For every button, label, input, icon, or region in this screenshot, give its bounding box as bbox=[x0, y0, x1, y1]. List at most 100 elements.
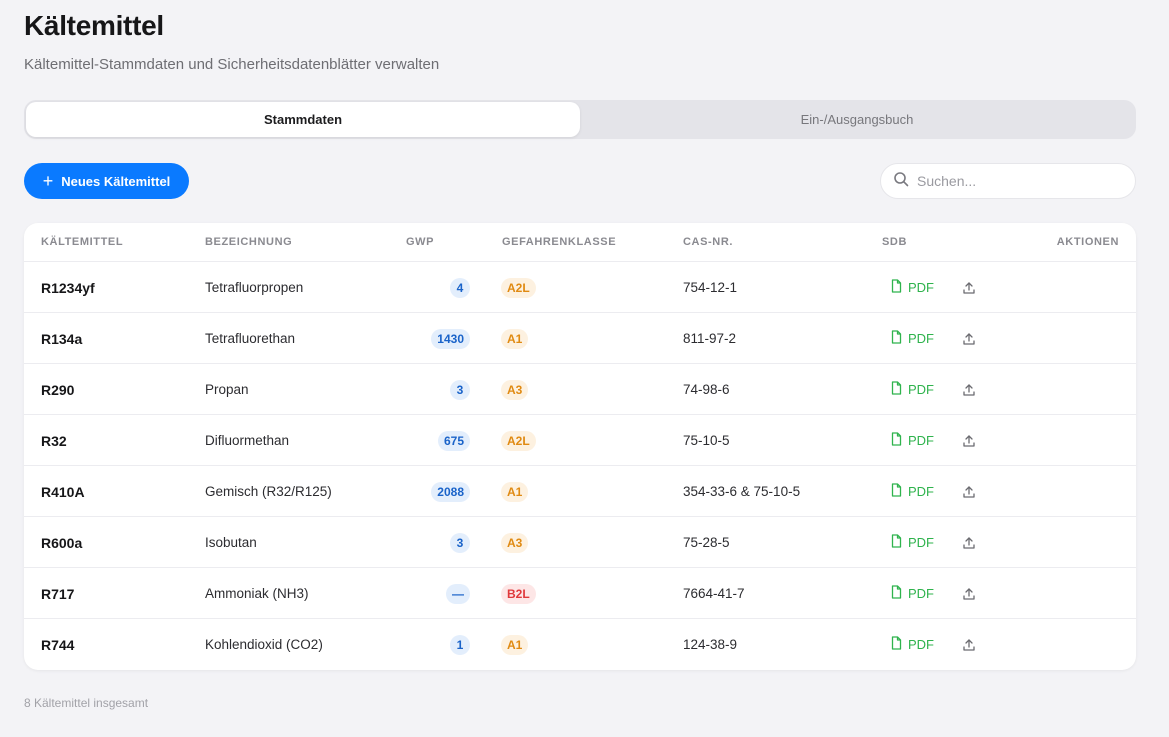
upload-icon[interactable] bbox=[962, 332, 976, 346]
upload-icon[interactable] bbox=[962, 485, 976, 499]
sdb-cell: PDF bbox=[890, 262, 976, 313]
hazard-class-cell: A3 bbox=[501, 364, 529, 415]
cas-number: 7664-41-7 bbox=[683, 586, 745, 601]
sdb-pdf-label: PDF bbox=[908, 331, 934, 346]
sdb-cell: PDF bbox=[890, 415, 976, 466]
refrigerant-code: R1234yf bbox=[41, 279, 95, 296]
hazard-class-badge: A2L bbox=[501, 430, 536, 451]
sdb-pdf-label: PDF bbox=[908, 280, 934, 295]
document-icon bbox=[890, 330, 903, 347]
hazard-class-cell: A1 bbox=[501, 619, 529, 670]
sdb-cell: PDF bbox=[890, 517, 976, 568]
gwp-badge: 1430 bbox=[431, 328, 470, 349]
document-icon bbox=[890, 636, 903, 653]
refrigerant-name: Ammoniak (NH3) bbox=[205, 586, 309, 601]
sdb-pdf-link[interactable]: PDF bbox=[890, 432, 934, 449]
sdb-cell: PDF bbox=[890, 568, 976, 619]
cas-number: 124-38-9 bbox=[683, 637, 738, 652]
cas-number: 74-98-6 bbox=[683, 382, 730, 397]
sdb-pdf-link[interactable]: PDF bbox=[890, 636, 934, 653]
document-icon bbox=[890, 432, 903, 449]
cas-number: 754-12-1 bbox=[683, 280, 738, 295]
sdb-pdf-link[interactable]: PDF bbox=[890, 381, 934, 398]
hazard-class-cell: A3 bbox=[501, 517, 529, 568]
table-body: R1234yf Tetrafluorpropen 4 A2L 754-12-1 PDF R1… bbox=[24, 262, 1136, 670]
cas-number: 75-28-5 bbox=[683, 535, 730, 550]
gwp-cell: 3 bbox=[404, 517, 470, 568]
tab-stammdaten[interactable]: Stammdaten bbox=[26, 102, 580, 137]
plus-icon: + bbox=[42, 170, 54, 191]
column-header-gwp: GWP bbox=[406, 236, 435, 248]
new-refrigerant-button[interactable]: + Neues Kältemittel bbox=[24, 163, 189, 199]
sdb-cell: PDF bbox=[890, 313, 976, 364]
table-row[interactable]: R600a Isobutan 3 A3 75-28-5 PDF bbox=[24, 517, 1136, 568]
refrigerant-name: Gemisch (R32/R125) bbox=[205, 484, 332, 499]
search-input[interactable] bbox=[917, 173, 1117, 189]
upload-icon[interactable] bbox=[962, 587, 976, 601]
hazard-class-badge: A1 bbox=[501, 481, 529, 502]
upload-icon[interactable] bbox=[962, 638, 976, 652]
refrigerant-code: R290 bbox=[41, 381, 75, 398]
hazard-class-badge: A1 bbox=[501, 634, 529, 655]
refrigerant-code: R134a bbox=[41, 330, 83, 347]
table-row[interactable]: R717 Ammoniak (NH3) — B2L 7664-41-7 PDF bbox=[24, 568, 1136, 619]
sdb-pdf-link[interactable]: PDF bbox=[890, 279, 934, 296]
gwp-badge: 1 bbox=[450, 634, 470, 655]
table-header: KÄLTEMITTEL BEZEICHNUNG GWP GEFAHRENKLAS… bbox=[24, 223, 1136, 262]
document-icon bbox=[890, 381, 903, 398]
hazard-class-cell: B2L bbox=[501, 568, 536, 619]
sdb-pdf-label: PDF bbox=[908, 484, 934, 499]
page-subtitle: Kältemittel-Stammdaten und Sicherheitsda… bbox=[24, 56, 440, 73]
document-icon bbox=[890, 483, 903, 500]
upload-icon[interactable] bbox=[962, 281, 976, 295]
tab-ein-ausgangsbuch[interactable]: Ein-/Ausgangsbuch bbox=[580, 102, 1134, 137]
hazard-class-badge: B2L bbox=[501, 583, 536, 604]
upload-icon[interactable] bbox=[962, 383, 976, 397]
cas-number: 354-33-6 & 75-10-5 bbox=[683, 484, 801, 499]
gwp-cell: 4 bbox=[404, 262, 470, 313]
table-row[interactable]: R744 Kohlendioxid (CO2) 1 A1 124-38-9 PDF bbox=[24, 619, 1136, 670]
refrigerant-name: Tetrafluorpropen bbox=[205, 280, 304, 295]
refrigerant-name: Propan bbox=[205, 382, 249, 397]
column-header-class: GEFAHRENKLASSE bbox=[502, 236, 617, 248]
refrigerant-name: Isobutan bbox=[205, 535, 257, 550]
table-row[interactable]: R290 Propan 3 A3 74-98-6 PDF bbox=[24, 364, 1136, 415]
cas-number: 811-97-2 bbox=[683, 331, 737, 346]
refrigerant-name: Difluormethan bbox=[205, 433, 290, 448]
table-row[interactable]: R134a Tetrafluorethan 1430 A1 811-97-2 PDF bbox=[24, 313, 1136, 364]
table-row[interactable]: R32 Difluormethan 675 A2L 75-10-5 PDF bbox=[24, 415, 1136, 466]
refrigerant-code: R744 bbox=[41, 636, 75, 653]
column-header-actions: AKTIONEN bbox=[1056, 236, 1119, 248]
gwp-cell: 2088 bbox=[404, 466, 470, 517]
refrigerant-table: KÄLTEMITTEL BEZEICHNUNG GWP GEFAHRENKLAS… bbox=[24, 223, 1136, 670]
hazard-class-cell: A1 bbox=[501, 313, 529, 364]
table-row[interactable]: R410A Gemisch (R32/R125) 2088 A1 354-33-6 & … bbox=[24, 466, 1136, 517]
sdb-pdf-link[interactable]: PDF bbox=[890, 585, 934, 602]
sdb-pdf-label: PDF bbox=[908, 637, 934, 652]
upload-icon[interactable] bbox=[962, 536, 976, 550]
gwp-cell: 1 bbox=[404, 619, 470, 670]
hazard-class-cell: A1 bbox=[501, 466, 529, 517]
column-header-name: BEZEICHNUNG bbox=[205, 236, 293, 248]
hazard-class-cell: A2L bbox=[501, 415, 536, 466]
gwp-badge: 675 bbox=[437, 430, 470, 451]
sdb-cell: PDF bbox=[890, 619, 976, 670]
sdb-pdf-link[interactable]: PDF bbox=[890, 483, 934, 500]
cas-number: 75-10-5 bbox=[683, 433, 730, 448]
gwp-badge: 3 bbox=[450, 532, 470, 553]
refrigerant-code: R32 bbox=[41, 432, 67, 449]
new-refrigerant-button-label: Neues Kältemittel bbox=[61, 173, 171, 189]
gwp-cell: 3 bbox=[404, 364, 470, 415]
sdb-pdf-link[interactable]: PDF bbox=[890, 330, 934, 347]
table-row[interactable]: R1234yf Tetrafluorpropen 4 A2L 754-12-1 PDF bbox=[24, 262, 1136, 313]
gwp-badge: 4 bbox=[450, 277, 470, 298]
gwp-badge: 2088 bbox=[431, 481, 470, 502]
page-title: Kältemittel bbox=[24, 10, 164, 41]
upload-icon[interactable] bbox=[962, 434, 976, 448]
gwp-cell: 1430 bbox=[404, 313, 470, 364]
sdb-pdf-link[interactable]: PDF bbox=[890, 534, 934, 551]
refrigerant-code: R600a bbox=[41, 534, 83, 551]
tab-bar: Stammdaten Ein-/Ausgangsbuch bbox=[24, 100, 1136, 139]
sdb-pdf-label: PDF bbox=[908, 433, 934, 448]
hazard-class-badge: A3 bbox=[501, 379, 529, 400]
